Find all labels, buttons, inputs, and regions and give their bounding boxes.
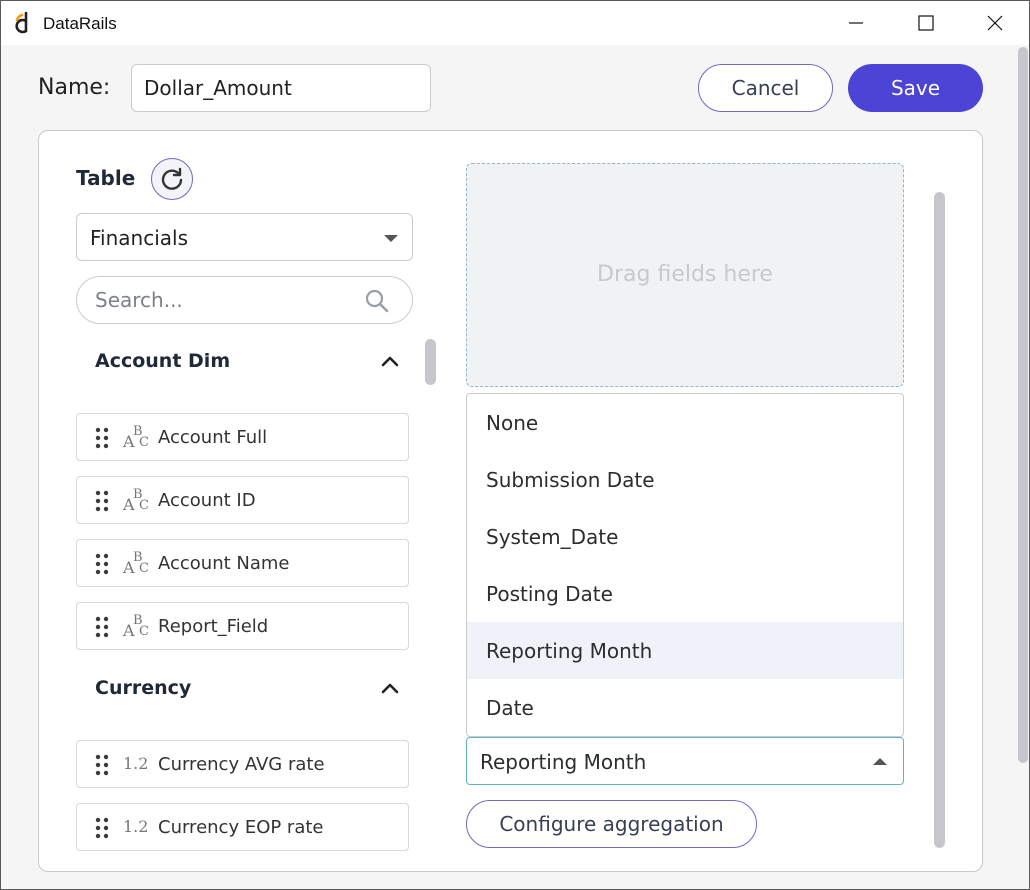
drag-handle-icon[interactable] — [95, 754, 109, 776]
table-select[interactable]: Financials — [76, 213, 413, 261]
field-item-currency-avg-rate[interactable]: 1.2 Currency AVG rate — [76, 740, 409, 788]
date-dropdown-list: None Submission Date System_Date Posting… — [466, 393, 904, 737]
field-label: Account Name — [158, 553, 290, 574]
drop-zone-text: Drag fields here — [597, 262, 773, 287]
drag-handle-icon[interactable] — [95, 490, 109, 512]
search-icon — [365, 289, 389, 313]
dropdown-option-reporting-month[interactable]: Reporting Month — [467, 622, 903, 679]
fields-list: Account Dim ABC Account Full ABC Account… — [76, 336, 413, 851]
field-item-account-id[interactable]: ABC Account ID — [76, 476, 409, 524]
group-title: Account Dim — [95, 350, 231, 372]
text-type-icon: ABC — [123, 424, 149, 451]
text-type-icon: ABC — [123, 487, 149, 514]
dropdown-option-submission-date[interactable]: Submission Date — [467, 451, 903, 508]
refresh-icon — [161, 167, 183, 190]
cancel-button[interactable]: Cancel — [698, 64, 833, 112]
field-item-account-full[interactable]: ABC Account Full — [76, 413, 409, 461]
text-type-icon: ABC — [123, 613, 149, 640]
datarails-logo-icon — [15, 11, 28, 34]
date-select-value: Reporting Month — [480, 750, 647, 774]
drag-handle-icon[interactable] — [95, 616, 109, 638]
app-window: DataRails Name: Cancel Save Table Financ… — [0, 0, 1030, 890]
field-item-currency-eop-rate[interactable]: 1.2 Currency EOP rate — [76, 803, 409, 851]
field-label: Report_Field — [158, 616, 269, 637]
close-button[interactable] — [960, 1, 1030, 45]
fields-scrollbar[interactable] — [425, 339, 436, 385]
caret-up-icon — [873, 758, 887, 765]
table-select-value: Financials — [90, 226, 188, 250]
field-label: Currency AVG rate — [158, 754, 325, 775]
search-box — [76, 276, 413, 324]
editor-panel: Table Financials Account Dim — [38, 130, 983, 872]
date-select[interactable]: Reporting Month — [466, 737, 904, 785]
dropdown-option-system-date[interactable]: System_Date — [467, 508, 903, 565]
close-icon — [987, 15, 1003, 31]
configure-aggregation-button[interactable]: Configure aggregation — [466, 800, 757, 848]
refresh-button[interactable] — [151, 158, 193, 200]
name-label: Name: — [38, 75, 111, 100]
name-input[interactable] — [131, 64, 431, 112]
field-label: Account Full — [158, 427, 268, 448]
dropdown-option-none[interactable]: None — [467, 394, 903, 451]
field-item-report-field[interactable]: ABC Report_Field — [76, 602, 409, 650]
field-label: Currency EOP rate — [158, 817, 324, 838]
maximize-icon — [918, 15, 934, 31]
caret-down-icon — [384, 235, 398, 242]
group-title: Currency — [95, 677, 192, 699]
window-scrollbar[interactable] — [1018, 47, 1028, 763]
drop-zone[interactable]: Drag fields here — [466, 163, 904, 387]
dropdown-option-posting-date[interactable]: Posting Date — [467, 565, 903, 622]
dropdown-option-date[interactable]: Date — [467, 679, 903, 736]
table-label: Table — [76, 166, 136, 190]
minimize-icon — [849, 22, 863, 24]
field-item-account-name[interactable]: ABC Account Name — [76, 539, 409, 587]
search-input[interactable] — [95, 286, 355, 314]
chevron-up-icon[interactable] — [380, 354, 400, 368]
number-type-icon: 1.2 — [123, 817, 149, 836]
drag-handle-icon[interactable] — [95, 553, 109, 575]
drag-handle-icon[interactable] — [95, 817, 109, 839]
chevron-up-icon[interactable] — [380, 681, 400, 695]
number-type-icon: 1.2 — [123, 754, 149, 773]
text-type-icon: ABC — [123, 550, 149, 577]
save-button[interactable]: Save — [848, 64, 983, 112]
group-header-account-dim[interactable]: Account Dim — [76, 336, 413, 386]
drag-handle-icon[interactable] — [95, 427, 109, 449]
title-bar: DataRails — [1, 1, 1029, 45]
group-header-currency[interactable]: Currency — [76, 663, 413, 713]
panel-scrollbar[interactable] — [934, 192, 945, 848]
field-label: Account ID — [158, 490, 256, 511]
maximize-button[interactable] — [891, 1, 961, 45]
app-title: DataRails — [43, 14, 117, 33]
minimize-button[interactable] — [821, 1, 891, 45]
